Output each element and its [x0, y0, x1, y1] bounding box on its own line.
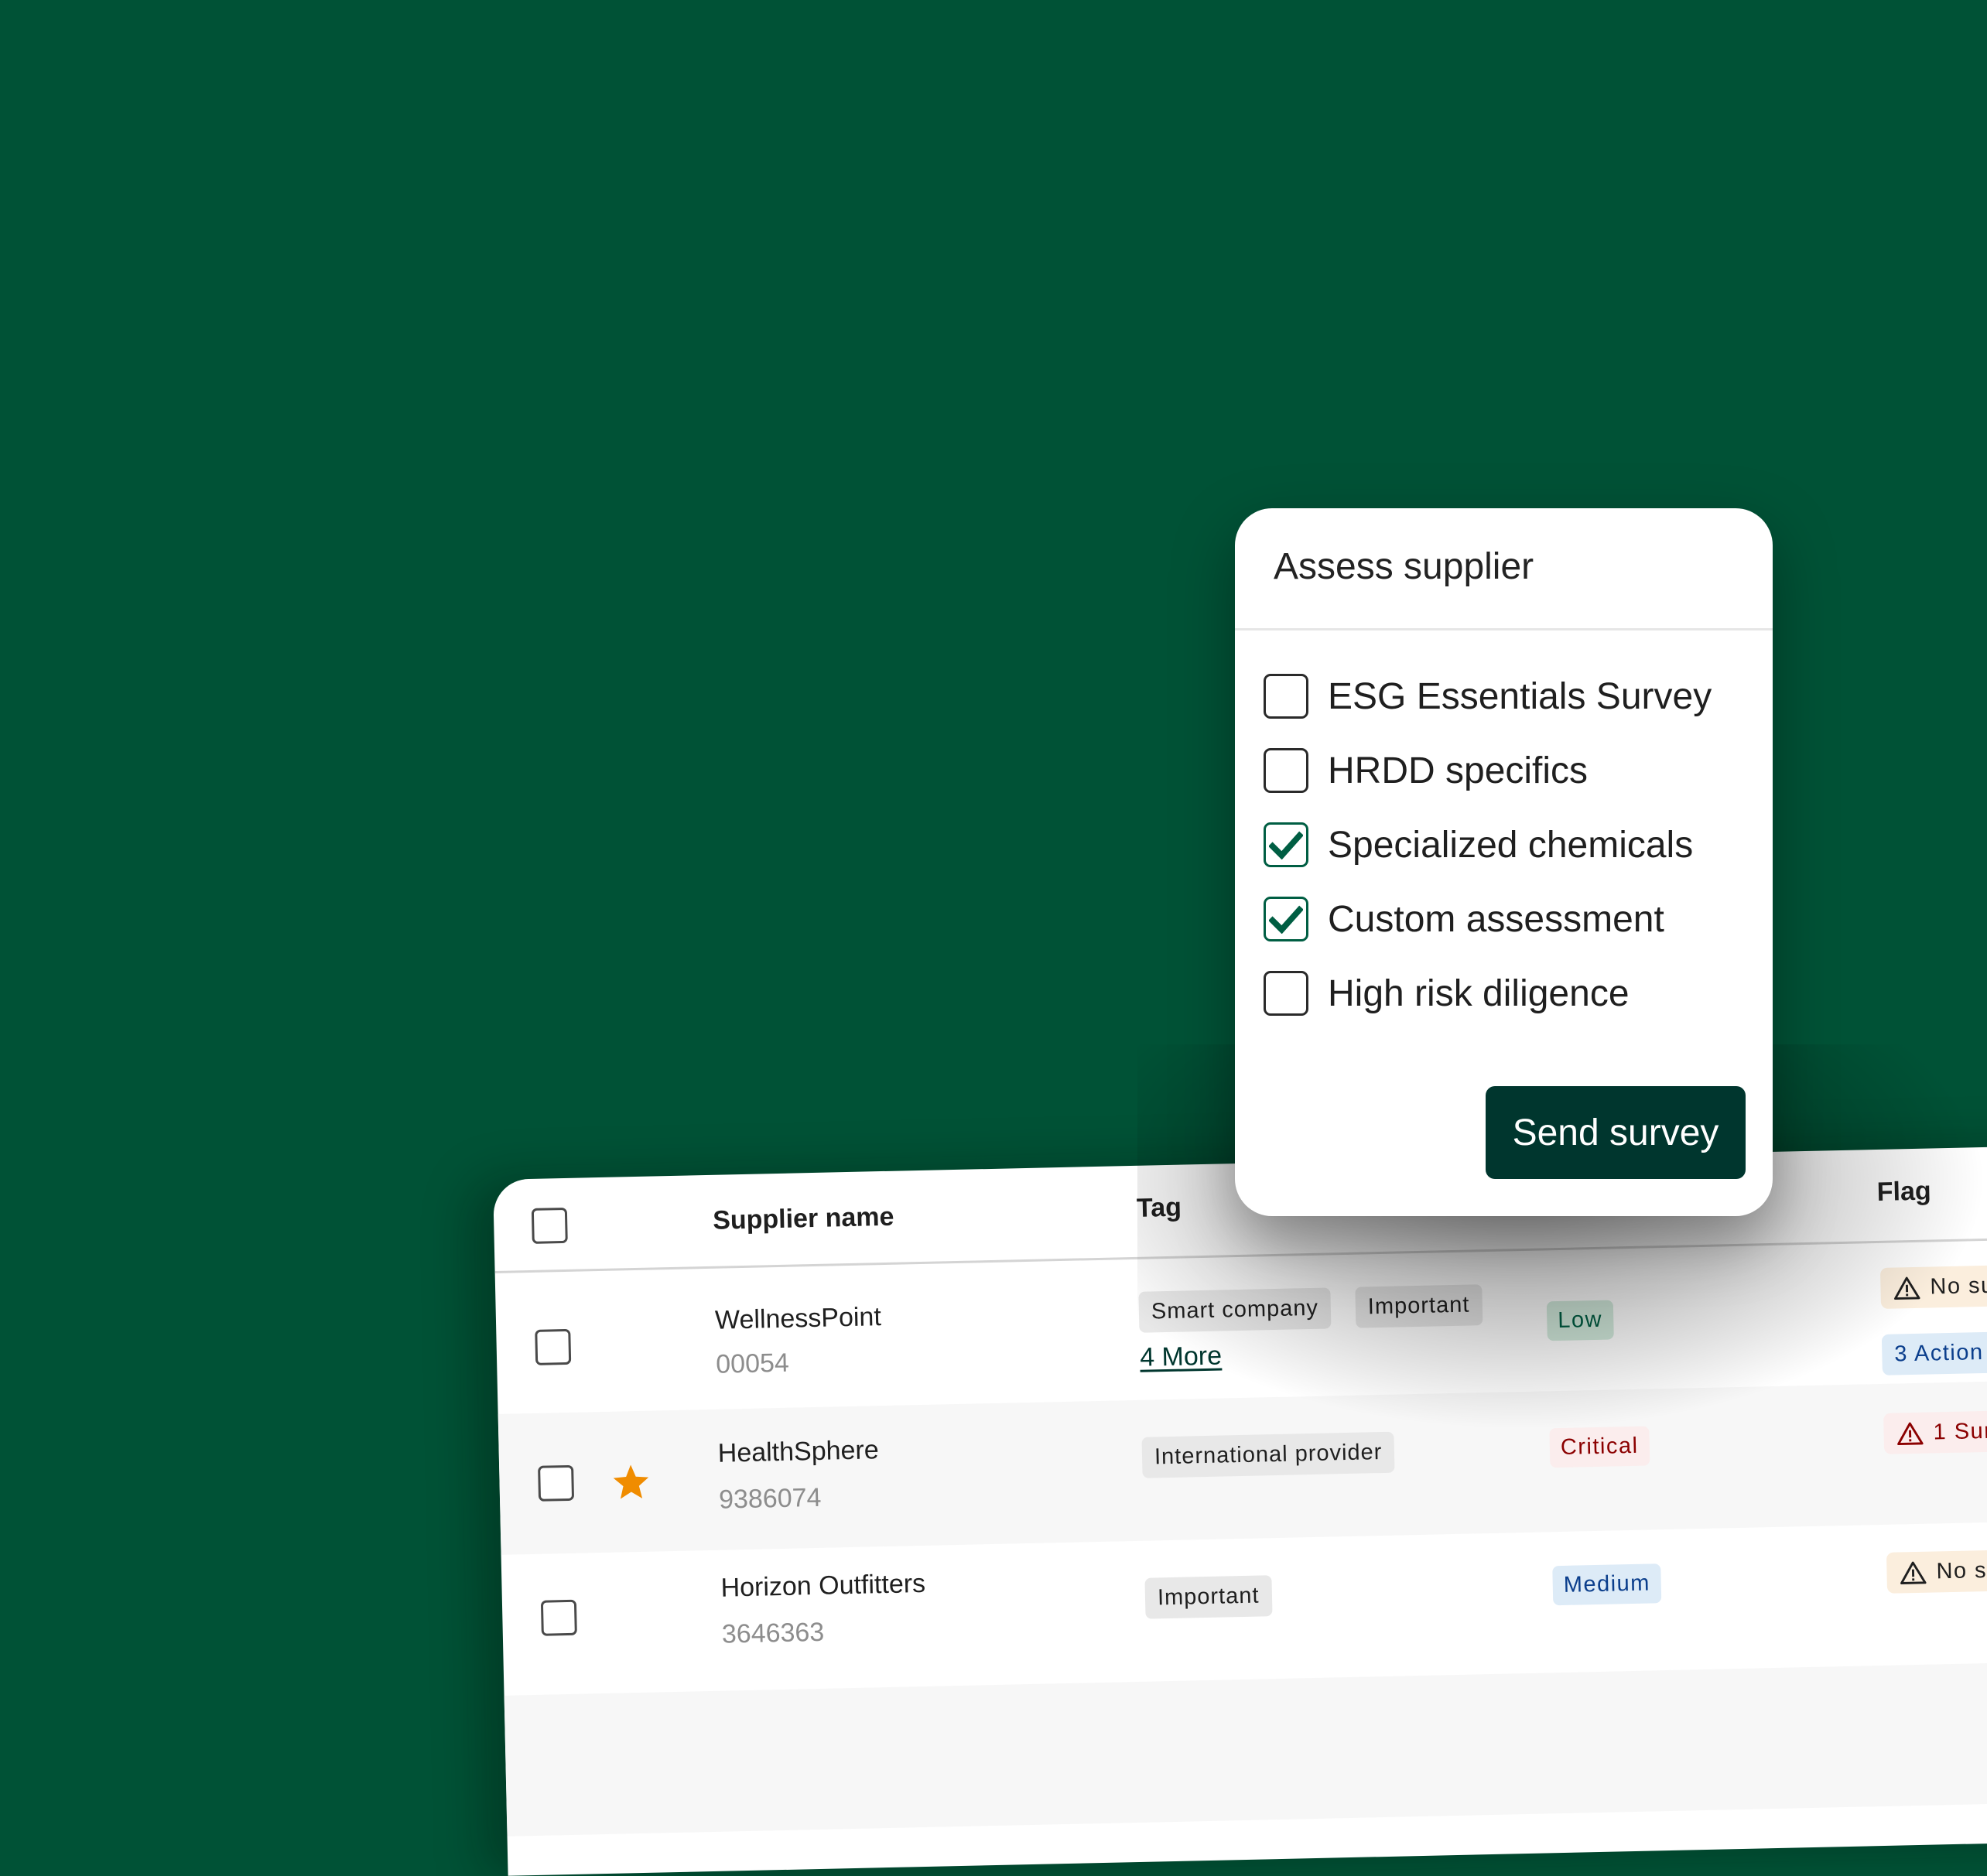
tag-chip: Important: [1144, 1575, 1273, 1619]
option-label: Custom assessment: [1328, 898, 1664, 940]
option-high-risk-diligence[interactable]: High risk diligence: [1264, 970, 1630, 1017]
supplier-name[interactable]: HealthSphere: [717, 1435, 879, 1469]
select-all-checkbox[interactable]: [531, 1207, 568, 1244]
option-label: HRDD specifics: [1328, 750, 1589, 791]
flag-text: 3 Action: [1894, 1340, 1984, 1367]
flag-text: No su: [1936, 1557, 1987, 1584]
flag-badge[interactable]: No su: [1886, 1550, 1987, 1594]
dialog-title: Assess supplier: [1274, 546, 1534, 587]
option-specialized-chemicals[interactable]: Specialized chemicals: [1264, 822, 1693, 868]
risk-badge: Medium: [1552, 1563, 1662, 1606]
column-header-supplier-name[interactable]: Supplier name: [713, 1202, 894, 1236]
flag-text: No su: [1930, 1273, 1987, 1300]
warning-icon: [1900, 1561, 1927, 1584]
more-tags-link[interactable]: 4 More: [1140, 1341, 1223, 1373]
row-checkbox[interactable]: [538, 1464, 575, 1502]
column-header-flag[interactable]: Flag: [1876, 1176, 1931, 1208]
option-label: Specialized chemicals: [1328, 824, 1694, 866]
assess-supplier-dialog: Assess supplier ESG Essentials Survey HR…: [1235, 508, 1773, 1216]
option-custom-assessment[interactable]: Custom assessment: [1264, 896, 1664, 942]
checkbox-unchecked[interactable]: [1264, 748, 1308, 793]
send-survey-button[interactable]: Send survey: [1486, 1086, 1746, 1179]
checkmark-icon: [1269, 905, 1303, 934]
warning-icon: [1897, 1422, 1924, 1445]
risk-badge: Critical: [1549, 1426, 1650, 1468]
option-esg-essentials-survey[interactable]: ESG Essentials Survey: [1264, 673, 1712, 719]
flag-text: 1 Sur: [1933, 1418, 1987, 1445]
flag-badge[interactable]: 1 Sur: [1883, 1410, 1987, 1454]
flag-badge[interactable]: 3 Action: [1881, 1331, 1987, 1375]
divider: [1235, 628, 1773, 630]
supplier-id: 9386074: [718, 1482, 822, 1515]
tag-chip: Important: [1355, 1284, 1483, 1328]
warning-icon: [1894, 1276, 1920, 1300]
supplier-name[interactable]: Horizon Outfitters: [720, 1569, 925, 1604]
checkbox-unchecked[interactable]: [1264, 971, 1308, 1016]
flag-badge[interactable]: No su: [1879, 1265, 1987, 1309]
tag-chip: International provider: [1141, 1431, 1395, 1478]
row-checkbox[interactable]: [535, 1328, 572, 1365]
risk-badge: Low: [1546, 1300, 1614, 1341]
checkbox-unchecked[interactable]: [1264, 674, 1308, 719]
checkmark-icon: [1269, 831, 1303, 859]
option-label: ESG Essentials Survey: [1328, 675, 1712, 717]
option-hrdd-specifics[interactable]: HRDD specifics: [1264, 747, 1588, 794]
row-checkbox[interactable]: [540, 1599, 577, 1636]
column-header-tag[interactable]: Tag: [1137, 1193, 1182, 1224]
supplier-table: Supplier name Tag Flag WellnessPoint 000…: [493, 1144, 1987, 1876]
supplier-name[interactable]: WellnessPoint: [715, 1302, 882, 1336]
tag-chip: Smart company: [1138, 1287, 1332, 1333]
supplier-id: 3646363: [721, 1617, 825, 1649]
checkbox-checked[interactable]: [1264, 897, 1308, 941]
star-icon[interactable]: [610, 1462, 652, 1503]
supplier-id: 00054: [715, 1348, 790, 1379]
checkbox-checked[interactable]: [1264, 822, 1308, 867]
option-label: High risk diligence: [1328, 972, 1630, 1014]
